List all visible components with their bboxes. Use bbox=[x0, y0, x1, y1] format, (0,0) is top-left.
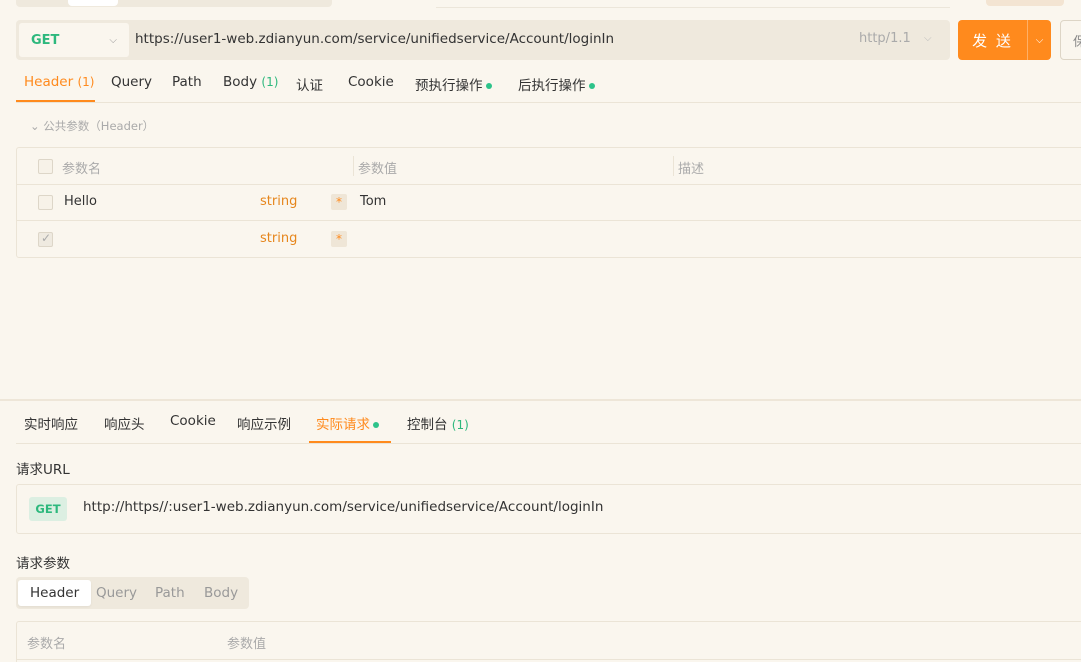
required-toggle[interactable]: * bbox=[331, 194, 347, 210]
tab-label: 预执行操作 bbox=[415, 78, 483, 94]
column-header: 参数值 bbox=[358, 162, 398, 177]
tab-label: 认证 bbox=[296, 78, 323, 94]
param-type-select[interactable]: string bbox=[260, 231, 297, 246]
tab-label: 实时响应 bbox=[24, 417, 78, 433]
public-params-toggle[interactable]: ⌄ 公共参数（Header） bbox=[30, 118, 154, 134]
chevron-down-icon: ⌵ bbox=[924, 33, 932, 44]
column-divider bbox=[353, 156, 354, 176]
tab-query[interactable]: Query bbox=[111, 74, 152, 90]
active-tab-indicator bbox=[16, 100, 95, 102]
tab-label: Path bbox=[172, 74, 202, 90]
row-checkbox[interactable] bbox=[38, 231, 53, 247]
tab-header[interactable]: Header (1) bbox=[24, 74, 94, 90]
request-tabs: Header (1) Query Path Body (1) 认证 Cookie… bbox=[16, 64, 1081, 103]
status-dot-icon bbox=[373, 422, 379, 428]
panel-resize-handle[interactable] bbox=[0, 399, 1081, 401]
method-badge: GET bbox=[29, 497, 67, 521]
param-type-select[interactable]: string bbox=[260, 194, 297, 209]
top-tab-active-remnant bbox=[68, 0, 118, 6]
tab-pre-script[interactable]: 预执行操作 bbox=[415, 74, 492, 94]
chevron-down-icon: ⌵ bbox=[1035, 34, 1044, 46]
status-dot-icon bbox=[588, 83, 595, 89]
tab-body[interactable]: Body (1) bbox=[223, 74, 278, 90]
full-request-url: http://https//:user1-web.zdianyun.com/se… bbox=[83, 499, 604, 515]
tab-label: 响应示例 bbox=[237, 417, 291, 433]
column-divider bbox=[673, 156, 674, 176]
status-dot-icon bbox=[485, 83, 492, 89]
row-checkbox[interactable] bbox=[38, 195, 53, 210]
table-header-row: 参数名 参数值 bbox=[17, 622, 1081, 660]
param-value-input[interactable]: Tom bbox=[360, 194, 386, 209]
protocol-select[interactable]: http/1.1 bbox=[859, 31, 911, 46]
request-url-label: 请求URL bbox=[16, 462, 70, 478]
tab-label: 控制台 bbox=[407, 417, 448, 433]
tab-label: 实际请求 bbox=[316, 417, 370, 433]
required-toggle[interactable]: * bbox=[331, 231, 347, 247]
tab-count: (1) bbox=[77, 75, 95, 89]
segment-query[interactable]: Query bbox=[84, 580, 149, 606]
tab-label: Query bbox=[111, 74, 153, 90]
top-divider bbox=[436, 7, 950, 8]
tab-label: Body bbox=[223, 74, 258, 90]
url-input[interactable]: https://user1-web.zdianyun.com/service/u… bbox=[135, 31, 614, 47]
column-header: 参数名 bbox=[27, 637, 67, 652]
tab-count: (1) bbox=[451, 418, 469, 432]
tab-count: (1) bbox=[261, 75, 279, 89]
send-dropdown-button[interactable]: ⌵ bbox=[1027, 20, 1051, 60]
public-params-label: 公共参数（Header） bbox=[43, 119, 155, 133]
top-tabbar-remnant bbox=[16, 0, 332, 7]
column-header: 描述 bbox=[678, 162, 705, 177]
chevron-down-icon: ⌵ bbox=[109, 34, 117, 46]
tab-label: Cookie bbox=[348, 74, 394, 90]
segment-header[interactable]: Header bbox=[18, 580, 92, 606]
tab-actual-request[interactable]: 实际请求 bbox=[316, 413, 379, 433]
params-segmented-control: Header Query Path Body bbox=[16, 577, 249, 609]
tab-auth[interactable]: 认证 bbox=[296, 74, 323, 94]
tab-path[interactable]: Path bbox=[172, 74, 202, 90]
segment-path[interactable]: Path bbox=[143, 580, 197, 606]
method-value: GET bbox=[31, 32, 60, 48]
top-button-remnant bbox=[986, 0, 1064, 6]
tab-cookie[interactable]: Cookie bbox=[348, 74, 394, 90]
response-tabs: 实时响应 响应头 Cookie 响应示例 实际请求 控制台 (1) bbox=[16, 403, 1081, 444]
column-header: 参数名 bbox=[62, 162, 102, 177]
tab-response-cookie[interactable]: Cookie bbox=[170, 413, 216, 429]
tab-console[interactable]: 控制台 (1) bbox=[407, 413, 469, 433]
send-button[interactable]: 发 送 bbox=[958, 20, 1027, 60]
request-params-label: 请求参数 bbox=[16, 556, 70, 572]
table-header-row: 参数名 参数值 描述 bbox=[17, 148, 1081, 185]
actual-params-table: 参数名 参数值 bbox=[16, 621, 1081, 662]
select-all-checkbox[interactable] bbox=[38, 159, 53, 174]
tab-label: 响应头 bbox=[104, 417, 145, 433]
chevron-down-icon: ⌄ bbox=[30, 119, 40, 133]
column-header: 参数值 bbox=[227, 637, 267, 652]
tab-post-script[interactable]: 后执行操作 bbox=[518, 74, 595, 94]
table-row: Hello string * Tom bbox=[17, 184, 1081, 221]
tab-response-headers[interactable]: 响应头 bbox=[104, 413, 145, 433]
header-params-table: 参数名 参数值 描述 Hello string * Tom string * bbox=[16, 147, 1081, 258]
tab-label: Header bbox=[24, 74, 74, 90]
active-tab-indicator bbox=[309, 441, 391, 443]
segment-body[interactable]: Body bbox=[192, 580, 250, 606]
tab-label: Cookie bbox=[170, 413, 216, 429]
param-name-input[interactable]: Hello bbox=[64, 194, 97, 209]
save-button[interactable]: 保 bbox=[1060, 20, 1081, 60]
tab-label: 后执行操作 bbox=[518, 78, 586, 94]
method-select[interactable]: GET ⌵ bbox=[19, 23, 129, 57]
table-row: string * bbox=[17, 221, 1081, 258]
tab-response-example[interactable]: 响应示例 bbox=[237, 413, 291, 433]
tab-realtime-response[interactable]: 实时响应 bbox=[24, 413, 78, 433]
